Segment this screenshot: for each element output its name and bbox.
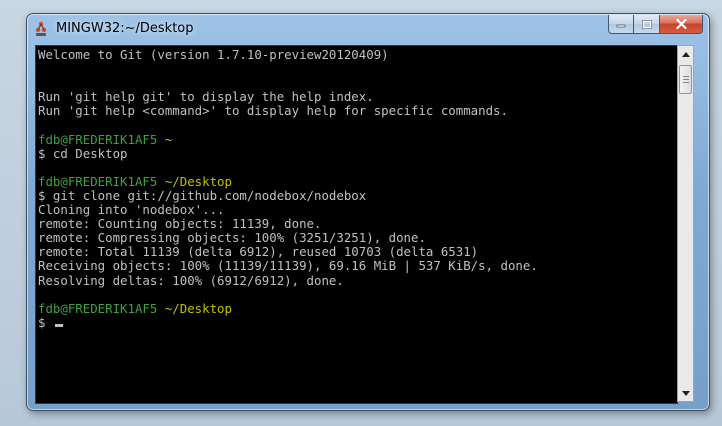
scroll-down-arrow-icon bbox=[681, 390, 690, 396]
grip-line bbox=[683, 76, 689, 77]
console-output[interactable]: Welcome to Git (version 1.7.10-preview20… bbox=[35, 45, 678, 404]
output-line: Resolving deltas: 100% (6912/6912), done… bbox=[38, 272, 344, 288]
prompt-user: fdb@FREDERIK1AF5 bbox=[38, 173, 158, 189]
input-line[interactable]: $ bbox=[38, 314, 538, 330]
close-button[interactable] bbox=[660, 15, 703, 34]
terminal-window: MINGW32:~/Desktop Welcome to Git (versio… bbox=[26, 13, 710, 411]
scrollbar-thumb[interactable] bbox=[679, 65, 692, 94]
prompt-user: fdb@FREDERIK1AF5 bbox=[38, 131, 158, 147]
minimize-button[interactable] bbox=[608, 15, 634, 34]
scroll-down-button[interactable] bbox=[678, 385, 693, 401]
maximize-button[interactable] bbox=[634, 15, 660, 34]
output-line: Cloning into 'nodebox'... bbox=[38, 202, 225, 218]
output-line: remote: Total 11139 (delta 6912), reused… bbox=[38, 244, 479, 260]
vertical-scrollbar[interactable] bbox=[677, 45, 694, 402]
command-line-1: $ cd Desktop bbox=[38, 145, 128, 161]
grip-line bbox=[683, 79, 689, 80]
window-controls bbox=[608, 15, 703, 34]
welcome-line: Welcome to Git (version 1.7.10-preview20… bbox=[38, 47, 389, 62]
prompt-path: ~/Desktop bbox=[164, 300, 232, 316]
output-line: Receiving objects: 100% (11139/11139), 6… bbox=[38, 258, 538, 274]
output-line: remote: Counting objects: 11139, done. bbox=[38, 216, 322, 232]
prompt-line-1: fdb@FREDERIK1AF5 ~ bbox=[38, 131, 538, 147]
minimize-icon bbox=[616, 24, 626, 28]
maximize-icon bbox=[641, 19, 652, 29]
console-lines: Welcome to Git (version 1.7.10-preview20… bbox=[38, 47, 538, 330]
prompt-symbol: $ bbox=[38, 314, 46, 330]
close-icon bbox=[675, 19, 687, 29]
prompt-line-3: fdb@FREDERIK1AF5 ~/Desktop bbox=[38, 300, 538, 316]
prompt-path: ~ bbox=[164, 131, 173, 147]
help-line-1: Run 'git help git' to display the help i… bbox=[38, 89, 374, 105]
text-cursor bbox=[54, 323, 63, 327]
scroll-up-button[interactable] bbox=[678, 46, 693, 62]
output-line: remote: Compressing objects: 100% (3251/… bbox=[38, 230, 426, 246]
command-line-2: $ git clone git://github.com/nodebox/nod… bbox=[38, 187, 367, 203]
git-bash-icon[interactable] bbox=[33, 21, 49, 37]
scroll-up-arrow-icon bbox=[681, 51, 690, 57]
prompt-line-2: fdb@FREDERIK1AF5 ~/Desktop bbox=[38, 173, 538, 189]
grip-line bbox=[683, 82, 689, 83]
title-bar[interactable]: MINGW32:~/Desktop bbox=[27, 14, 709, 44]
prompt-user: fdb@FREDERIK1AF5 bbox=[38, 300, 158, 316]
help-line-2: Run 'git help <command>' to display help… bbox=[38, 103, 508, 119]
window-title: MINGW32:~/Desktop bbox=[56, 21, 194, 36]
prompt-path: ~/Desktop bbox=[164, 173, 232, 189]
